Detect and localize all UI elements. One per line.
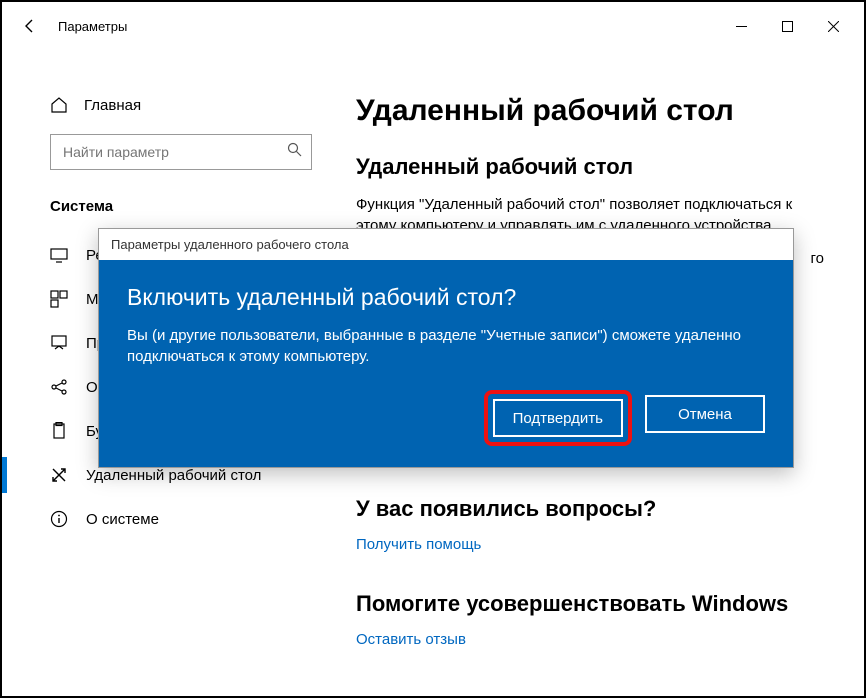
dialog-titlebar: Параметры удаленного рабочего стола (99, 229, 793, 260)
sidebar-home[interactable]: Главная (50, 96, 312, 114)
sidebar-item-label: Удаленный рабочий стол (86, 467, 261, 484)
window-title: Параметры (58, 19, 127, 34)
dialog-message: Вы (и другие пользователи, выбранные в р… (127, 325, 765, 367)
info-icon (50, 510, 68, 528)
home-icon (50, 96, 68, 114)
confirm-highlight: Подтвердить (489, 395, 627, 441)
arrow-left-icon (22, 18, 38, 34)
section-heading: Удаленный рабочий стол (356, 154, 824, 180)
cancel-button[interactable]: Отмена (645, 395, 765, 433)
window-titlebar: Параметры (2, 2, 864, 50)
improve-heading: Помогите усовершенствовать Windows (356, 591, 824, 617)
minimize-icon (736, 21, 747, 32)
back-button[interactable] (10, 6, 50, 46)
minimize-button[interactable] (718, 10, 764, 42)
monitor-icon (50, 246, 68, 264)
confirm-dialog: Параметры удаленного рабочего стола Вклю… (98, 228, 794, 468)
page-title: Удаленный рабочий стол (356, 94, 824, 128)
sidebar-item-label: О системе (86, 511, 159, 528)
clipboard-icon (50, 422, 68, 440)
sidebar-home-label: Главная (84, 97, 141, 114)
close-button[interactable] (810, 10, 856, 42)
dialog-heading: Включить удаленный рабочий стол? (127, 284, 765, 311)
apps-icon (50, 334, 68, 352)
search-icon (287, 142, 302, 162)
maximize-button[interactable] (764, 10, 810, 42)
share-icon (50, 378, 68, 396)
sidebar-item-label: О (86, 379, 98, 396)
search-input[interactable] (50, 134, 312, 170)
confirm-button[interactable]: Подтвердить (493, 399, 623, 437)
sidebar-item-about[interactable]: О системе (50, 497, 312, 541)
maximize-icon (782, 21, 793, 32)
tablet-icon (50, 290, 68, 308)
close-icon (828, 21, 839, 32)
sidebar-section-header: Система (50, 198, 312, 215)
remote-icon (50, 466, 68, 484)
search-field[interactable] (50, 134, 312, 170)
sidebar-item-label: М (86, 291, 99, 308)
faq-heading: У вас появились вопросы? (356, 496, 824, 522)
feedback-link[interactable]: Оставить отзыв (356, 631, 466, 648)
help-link[interactable]: Получить помощь (356, 536, 481, 553)
